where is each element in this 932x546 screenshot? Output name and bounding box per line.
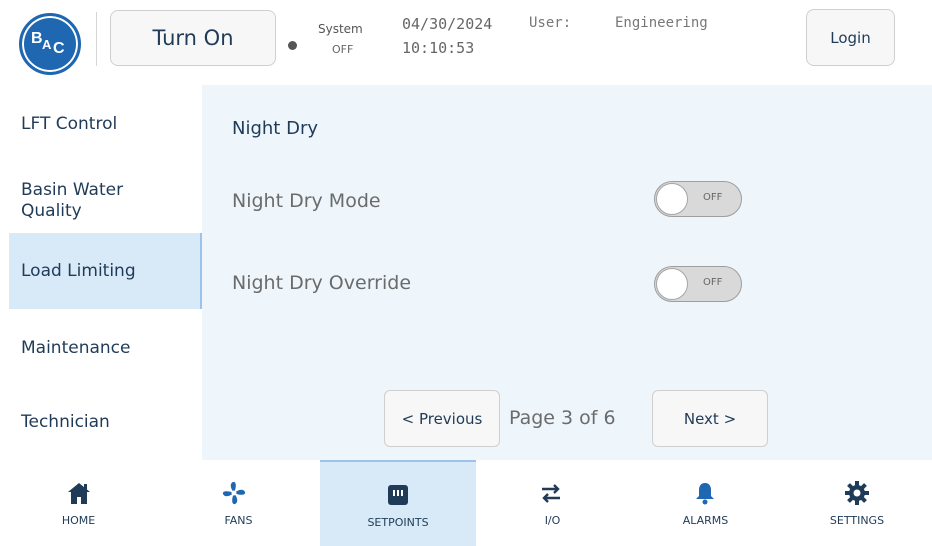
setpoints-icon (388, 485, 408, 505)
home-icon (68, 483, 90, 504)
sidebar-item-load-limiting[interactable]: Load Limiting (9, 233, 202, 309)
nav-label-io: I/O (544, 514, 561, 527)
sidebar-item-maintenance[interactable]: Maintenance (9, 323, 202, 373)
nav-home[interactable]: HOME (0, 460, 157, 546)
fan-icon (222, 481, 246, 505)
toggle-state-text: OFF (703, 277, 723, 288)
svg-text:B: B (31, 30, 43, 47)
main-panel: Night Dry Night Dry Mode OFF Night Dry O… (202, 85, 932, 460)
sidebar-item-basin-water-quality[interactable]: Basin Water Quality (9, 173, 169, 229)
system-status-indicator (288, 41, 297, 50)
header-divider (96, 12, 97, 66)
nav-io[interactable]: I/O (476, 460, 629, 546)
bac-logo-mark: B A C (31, 30, 65, 57)
next-page-button[interactable]: Next > (652, 390, 768, 447)
page-indicator: Page 3 of 6 (509, 407, 616, 429)
svg-text:A: A (42, 37, 52, 52)
svg-text:C: C (53, 40, 65, 57)
user-name: Engineering (615, 15, 708, 31)
nav-settings[interactable]: SETTINGS (782, 460, 932, 546)
nav-label-settings: SETTINGS (829, 514, 885, 527)
gear-icon (845, 481, 869, 505)
user-label: User: (529, 15, 572, 31)
nav-label-fans: FANS (224, 514, 253, 527)
header-bar: B A C Turn On System OFF 04/30/2024 10:1… (0, 0, 932, 85)
nav-setpoints[interactable]: SETPOINTS (320, 460, 476, 546)
previous-page-button[interactable]: < Previous (384, 390, 500, 447)
system-label: System (318, 22, 363, 36)
toggle-knob (656, 183, 688, 215)
nav-label-alarms: ALARMS (682, 514, 729, 527)
sidebar-item-lft-control[interactable]: LFT Control (9, 99, 202, 149)
io-arrows-icon (542, 484, 560, 503)
night-dry-override-label: Night Dry Override (232, 272, 412, 294)
nav-fans[interactable]: FANS (157, 460, 320, 546)
nav-label-setpoints: SETPOINTS (367, 516, 429, 529)
current-time: 10:10:53 (402, 39, 475, 57)
nav-alarms[interactable]: ALARMS (629, 460, 782, 546)
bac-logo: B A C (19, 13, 81, 75)
toggle-state-text: OFF (703, 192, 723, 203)
night-dry-override-toggle[interactable]: OFF (654, 266, 742, 302)
nav-label-home: HOME (61, 514, 96, 527)
night-dry-mode-toggle[interactable]: OFF (654, 181, 742, 217)
current-date: 04/30/2024 (402, 15, 493, 33)
turn-on-button[interactable]: Turn On (110, 10, 276, 66)
login-button[interactable]: Login (806, 9, 895, 66)
page-title: Night Dry (232, 118, 318, 139)
night-dry-mode-label: Night Dry Mode (232, 190, 381, 212)
system-state: OFF (332, 43, 354, 56)
sidebar: LFT Control Basin Water Quality Load Lim… (0, 85, 202, 460)
bottom-nav: HOME FANS SETPOINTS I/O ALARMS SETTINGS (0, 460, 932, 546)
toggle-knob (656, 268, 688, 300)
sidebar-item-technician[interactable]: Technician (9, 397, 202, 447)
bell-icon (696, 483, 714, 505)
